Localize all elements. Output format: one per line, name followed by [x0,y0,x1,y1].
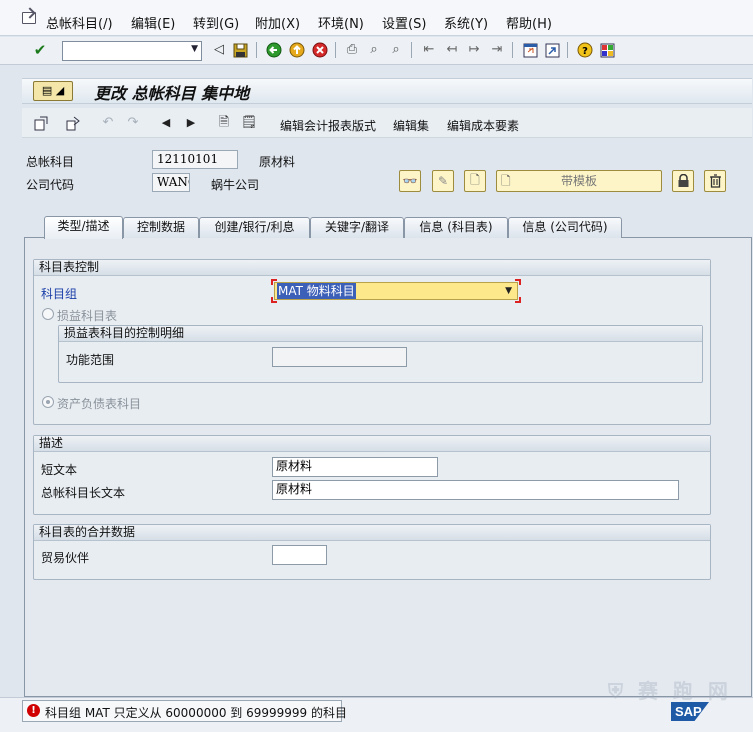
company-code-label: 公司代码 [26,178,75,192]
print-icon[interactable]: ⎙ [343,41,361,59]
chevron-down-icon: ▼ [505,286,512,296]
account-group-label: 科目组 [41,287,78,301]
functional-area-label: 功能范围 [66,353,115,367]
find-icon[interactable]: ⌕ [365,41,383,59]
note-icon[interactable]: 🗒 [240,114,258,132]
layout-icon[interactable] [598,41,616,59]
exit-icon[interactable] [288,41,306,59]
tab-info-chart-of-accounts[interactable]: 信息 (科目表) [404,217,508,238]
menu-system[interactable]: 系统(Y) [444,13,488,32]
toolbar-separator [411,42,412,58]
screen-menu-icon[interactable]: ▤ ◢ [33,81,73,101]
other-account-icon[interactable] [64,114,82,132]
menu-edit[interactable]: 编辑(E) [131,13,175,32]
account-group-value: MAT 物料科目 [277,283,356,299]
watermark-logo: ⛨ 赛 跑 网 [608,679,732,703]
pencil-icon[interactable]: ✎ [432,170,454,192]
consolidation-group: 科目表的合并数据 [33,524,711,580]
gl-account-desc: 原材料 [259,155,296,169]
back-icon[interactable]: ◁ [210,41,228,59]
tab-keyword-translation[interactable]: 关键字/翻译 [310,217,404,238]
display-change-icon[interactable] [32,114,50,132]
check-icon[interactable]: ✔ [31,41,49,59]
account-group-dropdown[interactable]: MAT 物料科目 ▼ [271,279,521,303]
balance-sheet-radio [42,396,54,408]
find-next-icon[interactable]: ⌕ [387,41,405,59]
gl-account-field[interactable]: 12110101 [152,150,238,169]
tab-type-description[interactable]: 类型/描述 [44,216,123,239]
pl-detail-title: 损益表科目的控制明细 [59,326,702,342]
consolidation-title: 科目表的合并数据 [34,525,710,541]
company-code-field[interactable]: WANG [152,173,190,192]
display-icon[interactable]: 👓 [399,170,421,192]
cancel-icon[interactable] [311,41,329,59]
next-page-icon[interactable]: ↦ [465,41,483,59]
pl-account-radio [42,308,54,320]
long-text-field[interactable]: 原材料 [272,480,679,500]
shortcut-icon[interactable] [543,41,561,59]
edit-set-button[interactable]: 编辑集 [393,117,429,134]
tab-create-bank-interest[interactable]: 创建/银行/利息 [199,217,310,238]
with-template-label: 带模板 [560,174,597,188]
menu-environment[interactable]: 环境(N) [318,13,364,32]
command-field[interactable] [62,41,202,61]
toolbar-separator [256,42,257,58]
pl-account-label: 损益科目表 [57,309,118,323]
toolbar-separator [567,42,568,58]
redo-icon: ↷ [127,115,139,130]
last-page-icon[interactable]: ⇥ [488,41,506,59]
prev-page-icon[interactable]: ↤ [443,41,461,59]
page-title: 更改 总帐科目 集中地 [94,84,250,103]
gl-account-label: 总帐科目 [26,155,75,169]
status-message: 科目组 MAT 只定义从 60000000 到 69999999 的科目 [45,706,348,720]
menu-bar [0,0,753,36]
error-icon: ! [27,704,40,717]
document-icon[interactable]: 🗎 [215,114,233,132]
lock-icon[interactable] [672,170,694,192]
next-icon[interactable]: ▶ [182,114,200,132]
svg-text:?: ? [582,46,588,57]
trading-partner-label: 贸易伙伴 [41,551,90,565]
edit-fs-version-button[interactable]: 编辑会计报表版式 [280,117,376,134]
edit-cost-element-button[interactable]: 编辑成本要素 [447,117,519,134]
coa-control-title: 科目表控制 [34,260,710,276]
toolbar-separator [335,42,336,58]
company-code-desc: 蜗牛公司 [211,178,260,192]
tab-control-data[interactable]: 控制数据 [123,217,199,238]
help-icon[interactable]: ? [576,41,594,59]
back-arrow-icon[interactable] [265,41,283,59]
undo-icon: ↶ [102,115,114,130]
create-template-icon: 🗋 [501,174,511,188]
long-text-label: 总帐科目长文本 [41,486,126,500]
previous-icon[interactable]: ◀ [157,114,175,132]
description-title: 描述 [34,436,710,452]
toolbar-separator [512,42,513,58]
balance-sheet-label: 资产负债表科目 [57,397,142,411]
delete-icon[interactable] [704,170,726,192]
menu-window-icon[interactable] [22,12,36,24]
menu-help[interactable]: 帮助(H) [506,13,552,32]
menu-goto[interactable]: 转到(G) [193,13,239,32]
save-icon[interactable] [231,41,249,59]
trading-partner-field[interactable] [272,545,327,565]
short-text-label: 短文本 [41,463,78,477]
create-icon[interactable]: 🗋 [464,170,486,192]
menu-settings[interactable]: 设置(S) [382,13,426,32]
new-session-icon[interactable] [521,41,539,59]
tab-info-company-code[interactable]: 信息 (公司代码) [508,217,622,238]
menu-extras[interactable]: 附加(X) [255,13,300,32]
short-text-field[interactable]: 原材料 [272,457,438,477]
first-page-icon[interactable]: ⇤ [420,41,438,59]
functional-area-field [272,347,407,367]
menu-gl-account[interactable]: 总帐科目(/) [46,13,113,32]
with-template-button[interactable]: 🗋 带模板 [496,170,662,192]
